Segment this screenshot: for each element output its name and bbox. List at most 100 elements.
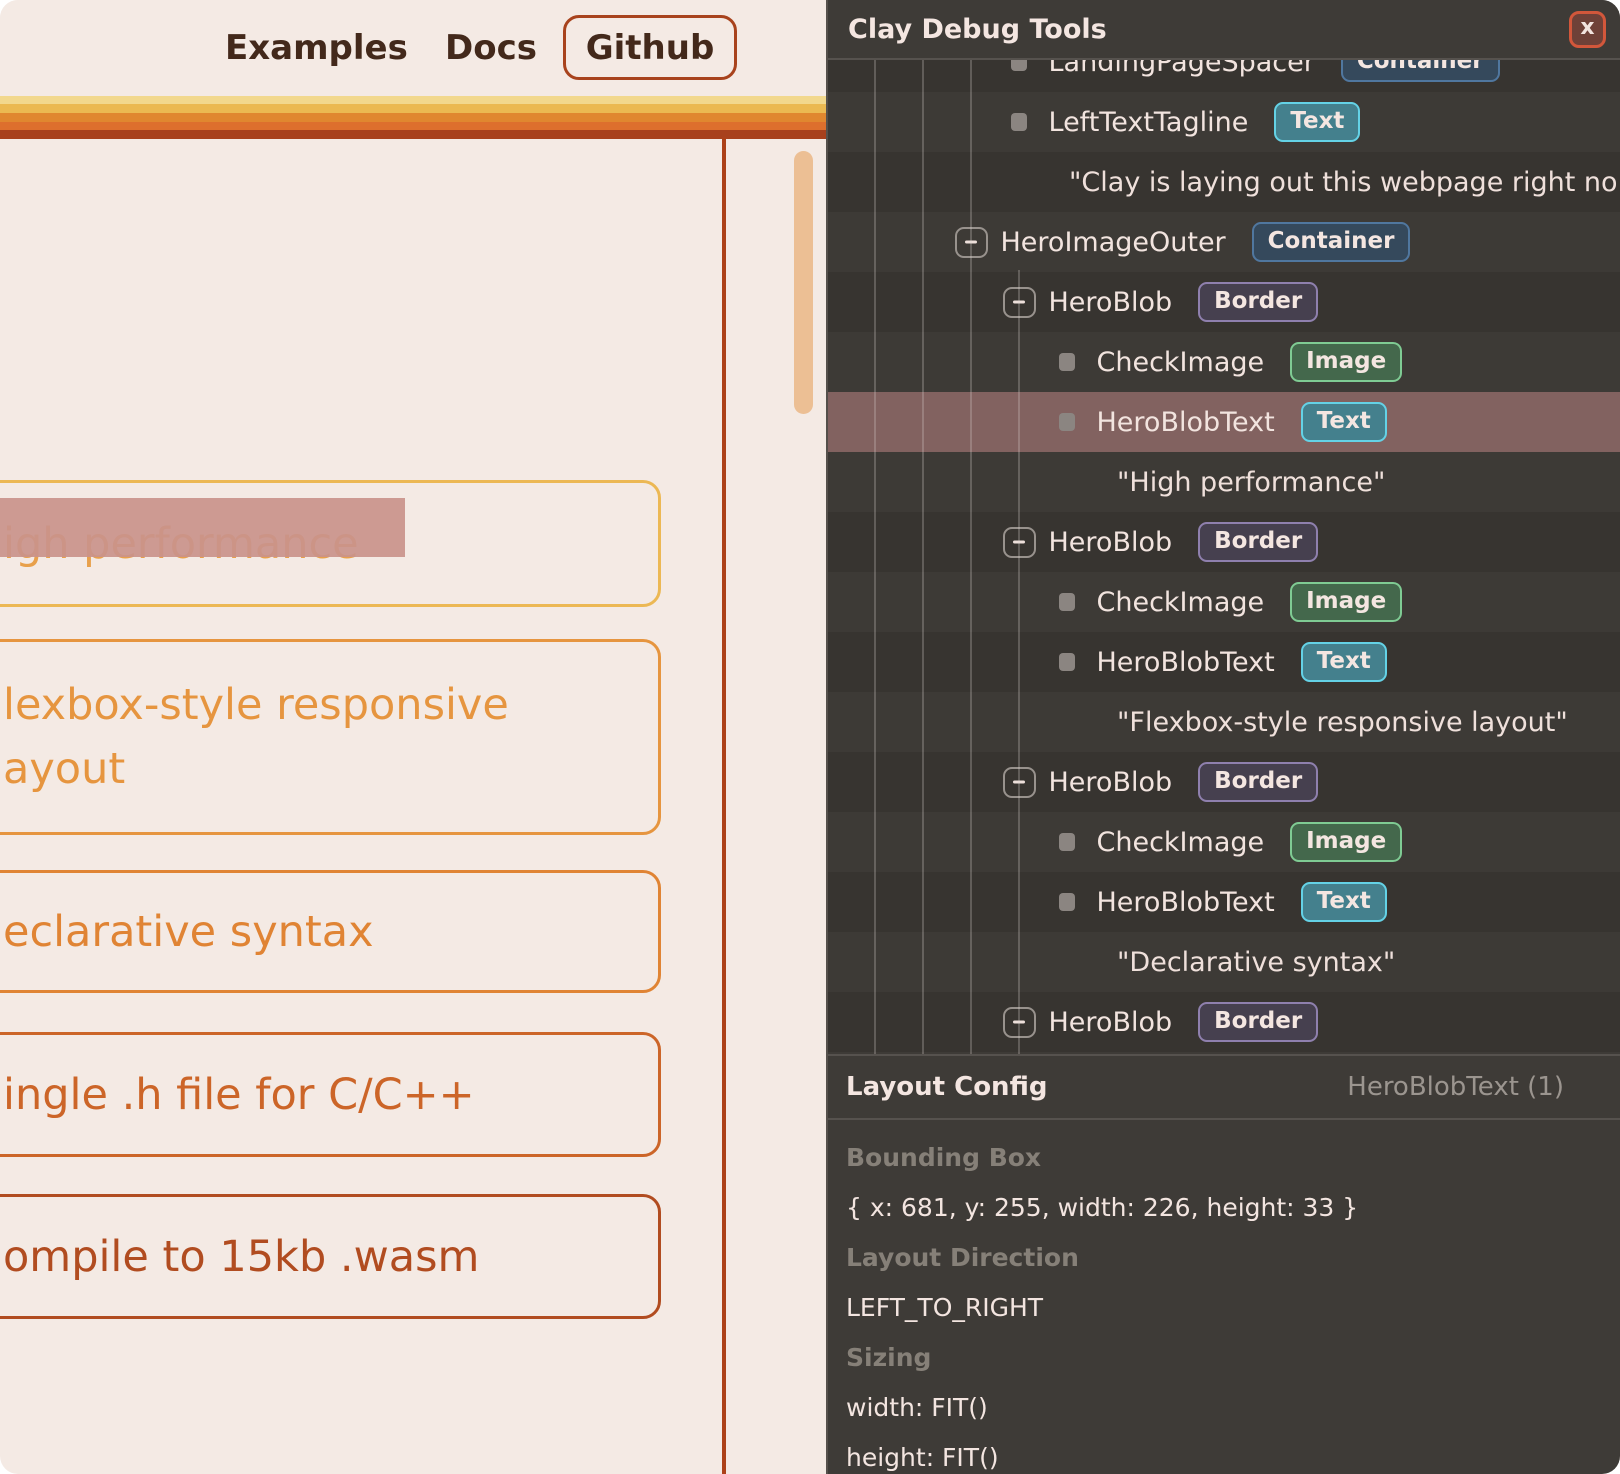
tree-text-preview-row: "Declarative syntax" <box>828 932 1620 992</box>
screen: Examples Docs Github igh performancelexb… <box>0 0 1620 1474</box>
page-panel-divider <box>722 137 726 1474</box>
marker-slot <box>1051 353 1084 371</box>
tree-element-row[interactable]: HeroBlob Border <box>828 512 1620 572</box>
text-content-preview: "Declarative syntax" <box>1117 947 1395 978</box>
element-name: HeroBlob <box>1049 767 1173 798</box>
feature-box-text: ingle .h file for C/C++ <box>3 1063 658 1127</box>
marker-slot <box>1051 413 1084 431</box>
leaf-bullet-icon <box>1059 413 1075 431</box>
layout-config-fields: Bounding Box{ x: 681, y: 255, width: 226… <box>846 1132 1586 1474</box>
marker-slot <box>1051 593 1084 611</box>
marker-slot <box>1003 113 1036 131</box>
layout-config-selected-element: HeroBlobText (1) <box>1347 1072 1564 1102</box>
tree-element-row[interactable]: HeroBlobText Text <box>828 872 1620 932</box>
leaf-bullet-icon <box>1059 833 1075 851</box>
config-field-value: { x: 681, y: 255, width: 226, height: 33… <box>846 1182 1586 1232</box>
element-type-badge: Border <box>1198 522 1318 562</box>
nav-link-docs[interactable]: Docs <box>445 0 537 96</box>
layout-config-title: Layout Config <box>846 1072 1047 1102</box>
marker-slot <box>1051 833 1084 851</box>
marker-slot <box>1051 653 1084 671</box>
leaf-bullet-icon <box>1059 893 1075 911</box>
close-icon[interactable]: x <box>1569 11 1606 48</box>
github-button[interactable]: Github <box>563 15 737 80</box>
element-name: HeroBlob <box>1049 287 1173 318</box>
tree-element-row[interactable]: CheckImage Image <box>828 812 1620 872</box>
tree-text-preview-row: "Flexbox-style responsive layout" <box>828 692 1620 752</box>
tree-element-row[interactable]: HeroBlob Border <box>828 992 1620 1052</box>
debug-panel-header: Clay Debug Tools <box>828 0 1620 60</box>
element-type-badge: Text <box>1301 642 1387 682</box>
tree-element-row[interactable]: HeroBlob Border <box>828 272 1620 332</box>
leaf-bullet-icon <box>1059 593 1075 611</box>
element-name: HeroImageOuter <box>1001 227 1226 258</box>
element-type-badge: Container <box>1252 222 1411 262</box>
element-name: CheckImage <box>1097 347 1265 378</box>
feature-box: eclarative syntax <box>0 870 661 993</box>
config-field-value: LEFT_TO_RIGHT <box>846 1282 1586 1332</box>
nav-link-examples[interactable]: Examples <box>225 0 408 96</box>
element-type-badge: Text <box>1301 882 1387 922</box>
element-type-badge: Border <box>1198 1002 1318 1042</box>
gradient-stripe <box>0 96 826 139</box>
element-type-badge: Border <box>1198 762 1318 802</box>
tree-text-preview-row: "High performance" <box>828 452 1620 512</box>
config-field-label: Bounding Box <box>846 1132 1586 1182</box>
feature-box: ingle .h file for C/C++ <box>0 1032 661 1157</box>
indent-guide-line <box>970 60 972 1054</box>
feature-box-text: lexbox-style responsive <box>3 673 658 737</box>
element-type-badge: Image <box>1290 822 1402 862</box>
indent-guide-line <box>922 60 924 1054</box>
feature-box: lexbox-style responsiveayout <box>0 639 661 835</box>
text-content-preview: "Clay is laying out this webpage right n… <box>1069 167 1620 198</box>
element-type-badge: Border <box>1198 282 1318 322</box>
element-name: CheckImage <box>1097 587 1265 618</box>
element-type-badge: Image <box>1290 342 1402 382</box>
element-name: HeroBlob <box>1049 1007 1173 1038</box>
leaf-bullet-icon <box>1011 113 1027 131</box>
stripe-band <box>0 113 826 122</box>
tree-element-row[interactable]: HeroImageOuter Container <box>828 212 1620 272</box>
tree-element-row[interactable]: LeftTextTagline Text <box>828 92 1620 152</box>
stripe-band <box>0 122 826 130</box>
feature-box-text: eclarative syntax <box>3 900 658 964</box>
leaf-bullet-icon <box>1059 653 1075 671</box>
config-field-label: Layout Direction <box>846 1232 1586 1282</box>
element-name: HeroBlobText <box>1097 407 1275 438</box>
config-field-value: height: FIT() <box>846 1432 1586 1474</box>
stripe-band <box>0 96 826 104</box>
stripe-band <box>0 104 826 113</box>
feature-box-text: ompile to 15kb .wasm <box>3 1225 658 1289</box>
feature-box-text: ayout <box>3 737 658 801</box>
tree-element-row[interactable]: HeroBlob Border <box>828 752 1620 812</box>
config-field-label: Sizing <box>846 1332 1586 1382</box>
leaf-bullet-icon <box>1059 353 1075 371</box>
page-scrollbar[interactable] <box>794 151 813 414</box>
feature-box: ompile to 15kb .wasm <box>0 1194 661 1319</box>
element-name: CheckImage <box>1097 827 1265 858</box>
top-nav: Examples Docs Github <box>0 0 826 96</box>
element-type-badge: Text <box>1301 402 1387 442</box>
element-name: HeroBlobText <box>1097 887 1275 918</box>
text-content-preview: "Flexbox-style responsive layout" <box>1117 707 1568 738</box>
tree-element-row[interactable]: CheckImage Image <box>828 332 1620 392</box>
element-name: LeftTextTagline <box>1049 107 1249 138</box>
debug-element-highlight <box>0 498 405 557</box>
text-content-preview: "High performance" <box>1117 467 1385 498</box>
debug-panel-title: Clay Debug Tools <box>848 14 1107 45</box>
indent-guide-line <box>1018 270 1020 1054</box>
tree-text-preview-row: "Clay is laying out this webpage right n… <box>828 152 1620 212</box>
element-type-badge: Text <box>1274 102 1360 142</box>
element-tree: LandingPageSpacerContainerLeftTextTaglin… <box>828 32 1620 1052</box>
element-type-badge: Image <box>1290 582 1402 622</box>
element-name: HeroBlob <box>1049 527 1173 558</box>
tree-element-row[interactable]: HeroBlobText Text <box>828 632 1620 692</box>
tree-element-row[interactable]: HeroBlobText Text <box>828 392 1620 452</box>
stripe-band <box>0 130 826 139</box>
layout-config-bar: Layout Config HeroBlobText (1) <box>828 1054 1620 1120</box>
element-name: HeroBlobText <box>1097 647 1275 678</box>
clay-debug-panel: LandingPageSpacerContainerLeftTextTaglin… <box>826 0 1620 1474</box>
config-field-value: width: FIT() <box>846 1382 1586 1432</box>
tree-element-row[interactable]: CheckImage Image <box>828 572 1620 632</box>
indent-guide-line <box>874 60 876 1054</box>
